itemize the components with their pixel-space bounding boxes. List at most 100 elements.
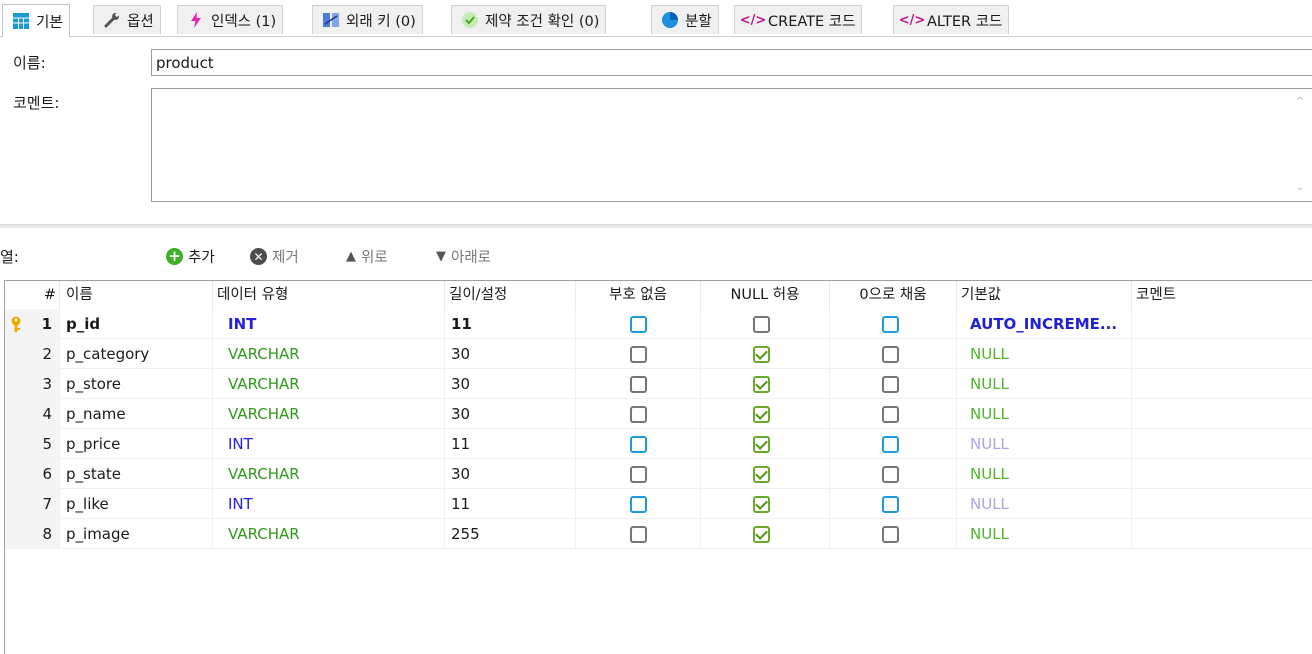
column-name-cell[interactable]: p_name xyxy=(62,399,213,429)
default-value-cell[interactable]: NULL xyxy=(957,489,1132,519)
unsigned-checkbox[interactable] xyxy=(630,346,647,363)
default-value-cell[interactable]: NULL xyxy=(957,429,1132,459)
column-name-cell[interactable]: p_category xyxy=(62,339,213,369)
column-comment-cell[interactable] xyxy=(1132,399,1312,429)
default-value-cell[interactable]: AUTO_INCREME... xyxy=(957,309,1132,339)
allow-null-checkbox[interactable] xyxy=(753,466,770,483)
table-row[interactable]: 3 p_store VARCHAR 30 NULL xyxy=(5,369,1312,399)
column-comment-cell[interactable] xyxy=(1132,369,1312,399)
zerofill-checkbox[interactable] xyxy=(882,376,899,393)
scroll-down-arrow-icon[interactable]: ⌄ xyxy=(1296,183,1306,193)
tab-foreign-keys[interactable]: 외래 키 (0) xyxy=(312,5,423,34)
data-type-cell[interactable]: VARCHAR xyxy=(213,519,445,549)
header-num[interactable]: # xyxy=(5,281,60,309)
table-row[interactable]: 8 p_image VARCHAR 255 NULL xyxy=(5,519,1312,549)
row-number-cell[interactable]: 4 xyxy=(5,399,60,429)
row-number-cell[interactable]: 1 xyxy=(5,309,60,339)
default-value-cell[interactable]: NULL xyxy=(957,369,1132,399)
tab-options[interactable]: 옵션 xyxy=(93,5,161,34)
table-row[interactable]: 5 p_price INT 11 NULL xyxy=(5,429,1312,459)
zerofill-checkbox[interactable] xyxy=(882,526,899,543)
unsigned-checkbox[interactable] xyxy=(630,526,647,543)
tab-general[interactable]: 기본 xyxy=(2,4,70,37)
header-comment[interactable]: 코멘트 xyxy=(1132,281,1312,309)
column-name-cell[interactable]: p_like xyxy=(62,489,213,519)
unsigned-checkbox[interactable] xyxy=(630,316,647,333)
header-zerofill[interactable]: 0으로 채움 xyxy=(830,281,957,309)
row-number-cell[interactable]: 5 xyxy=(5,429,60,459)
remove-column-button[interactable]: ✕ 제거 xyxy=(250,246,299,267)
scroll-up-arrow-icon[interactable]: ^ xyxy=(1296,97,1306,107)
table-name-input[interactable] xyxy=(151,49,1312,76)
header-allow-null[interactable]: NULL 허용 xyxy=(701,281,830,309)
length-cell[interactable]: 255 xyxy=(445,519,576,549)
row-number-cell[interactable]: 8 xyxy=(5,519,60,549)
column-comment-cell[interactable] xyxy=(1132,309,1312,339)
add-column-button[interactable]: + 추가 xyxy=(166,246,215,267)
table-row[interactable]: 4 p_name VARCHAR 30 NULL xyxy=(5,399,1312,429)
data-type-cell[interactable]: VARCHAR xyxy=(213,339,445,369)
unsigned-checkbox[interactable] xyxy=(630,466,647,483)
data-type-cell[interactable]: VARCHAR xyxy=(213,459,445,489)
header-type[interactable]: 데이터 유형 xyxy=(213,281,445,309)
column-name-cell[interactable]: p_price xyxy=(62,429,213,459)
unsigned-checkbox[interactable] xyxy=(630,376,647,393)
default-value-cell[interactable]: NULL xyxy=(957,459,1132,489)
data-type-cell[interactable]: INT xyxy=(213,429,445,459)
length-cell[interactable]: 11 xyxy=(445,309,576,339)
table-row[interactable]: 2 p_category VARCHAR 30 NULL xyxy=(5,339,1312,369)
allow-null-checkbox[interactable] xyxy=(753,496,770,513)
header-name[interactable]: 이름 xyxy=(62,281,213,309)
tab-create-code[interactable]: </> CREATE 코드 xyxy=(734,5,863,34)
allow-null-checkbox[interactable] xyxy=(753,376,770,393)
allow-null-checkbox[interactable] xyxy=(753,526,770,543)
length-cell[interactable]: 30 xyxy=(445,369,576,399)
row-number-cell[interactable]: 3 xyxy=(5,369,60,399)
tab-indexes[interactable]: 인덱스 (1) xyxy=(177,5,284,34)
allow-null-checkbox[interactable] xyxy=(753,406,770,423)
columns-grid[interactable]: # 이름 데이터 유형 길이/설정 부호 없음 NULL 허용 0으로 채움 기… xyxy=(4,280,1312,654)
column-comment-cell[interactable] xyxy=(1132,519,1312,549)
zerofill-checkbox[interactable] xyxy=(882,466,899,483)
data-type-cell[interactable]: VARCHAR xyxy=(213,399,445,429)
header-length[interactable]: 길이/설정 xyxy=(445,281,576,309)
tab-alter-code[interactable]: </> ALTER 코드 xyxy=(893,5,1010,34)
data-type-cell[interactable]: INT xyxy=(213,309,445,339)
default-value-cell[interactable]: NULL xyxy=(957,519,1132,549)
zerofill-checkbox[interactable] xyxy=(882,436,899,453)
length-cell[interactable]: 30 xyxy=(445,339,576,369)
zerofill-checkbox[interactable] xyxy=(882,346,899,363)
length-cell[interactable]: 11 xyxy=(445,429,576,459)
tab-partitions[interactable]: 분할 xyxy=(651,5,719,34)
length-cell[interactable]: 30 xyxy=(445,399,576,429)
unsigned-checkbox[interactable] xyxy=(630,406,647,423)
column-name-cell[interactable]: p_image xyxy=(62,519,213,549)
header-unsigned[interactable]: 부호 없음 xyxy=(576,281,701,309)
default-value-cell[interactable]: NULL xyxy=(957,399,1132,429)
length-cell[interactable]: 30 xyxy=(445,459,576,489)
column-comment-cell[interactable] xyxy=(1132,339,1312,369)
column-comment-cell[interactable] xyxy=(1132,459,1312,489)
allow-null-checkbox[interactable] xyxy=(753,346,770,363)
data-type-cell[interactable]: INT xyxy=(213,489,445,519)
table-row[interactable]: 6 p_state VARCHAR 30 NULL xyxy=(5,459,1312,489)
column-comment-cell[interactable] xyxy=(1132,489,1312,519)
column-name-cell[interactable]: p_store xyxy=(62,369,213,399)
unsigned-checkbox[interactable] xyxy=(630,436,647,453)
default-value-cell[interactable]: NULL xyxy=(957,339,1132,369)
zerofill-checkbox[interactable] xyxy=(882,316,899,333)
row-number-cell[interactable]: 7 xyxy=(5,489,60,519)
move-down-button[interactable]: ▼ 아래로 xyxy=(436,246,491,267)
column-comment-cell[interactable] xyxy=(1132,429,1312,459)
allow-null-checkbox[interactable] xyxy=(753,436,770,453)
unsigned-checkbox[interactable] xyxy=(630,496,647,513)
row-number-cell[interactable]: 2 xyxy=(5,339,60,369)
move-up-button[interactable]: ▲ 위로 xyxy=(346,246,388,267)
table-row[interactable]: 1 p_id INT 11 AUTO_INCREME... xyxy=(5,309,1312,339)
table-row[interactable]: 7 p_like INT 11 NULL xyxy=(5,489,1312,519)
column-name-cell[interactable]: p_id xyxy=(62,309,213,339)
data-type-cell[interactable]: VARCHAR xyxy=(213,369,445,399)
header-default[interactable]: 기본값 xyxy=(957,281,1132,309)
row-number-cell[interactable]: 6 xyxy=(5,459,60,489)
length-cell[interactable]: 11 xyxy=(445,489,576,519)
